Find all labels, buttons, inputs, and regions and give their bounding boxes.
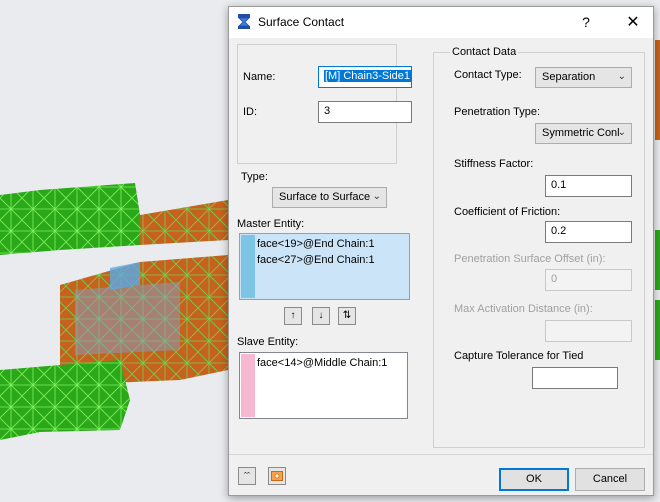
penetration-type-value: Symmetric Conl: [542, 127, 620, 139]
stiffness-factor-field[interactable]: 0.1: [545, 175, 632, 197]
master-entity-label: Master Entity:: [237, 218, 305, 230]
slave-entity-label: Slave Entity:: [237, 336, 299, 348]
move-down-button[interactable]: ↓: [312, 307, 330, 325]
type-dropdown-value: Surface to Surface: [279, 191, 371, 203]
name-field[interactable]: [M] Chain3-Side1: [318, 66, 412, 88]
master-color-strip: [241, 235, 255, 298]
max-activation-distance-label: Max Activation Distance (in):: [454, 303, 593, 315]
id-label: ID:: [243, 106, 258, 118]
chevron-down-icon: ⌄: [617, 127, 626, 138]
surface-contact-dialog: Surface Contact ? ✕ Name: [M] Chain3-Sid…: [228, 6, 654, 496]
contact-type-dropdown[interactable]: Separation ⌄: [535, 67, 632, 88]
penetration-type-dropdown[interactable]: Symmetric Conl ⌄: [535, 123, 632, 144]
dialog-title: Surface Contact: [258, 15, 345, 29]
contact-type-value: Separation: [542, 71, 596, 83]
capture-tolerance-field[interactable]: [532, 367, 618, 389]
penetration-offset-field: 0: [545, 269, 632, 291]
chevron-down-icon: ⌄: [372, 191, 381, 202]
collapse-button[interactable]: ˆˆ: [238, 467, 256, 485]
close-button[interactable]: ✕: [613, 7, 653, 38]
slave-entity-list[interactable]: face<14>@Middle Chain:1: [239, 352, 408, 419]
name-label: Name:: [243, 71, 276, 83]
swap-button[interactable]: ⇅: [338, 307, 356, 325]
list-item[interactable]: face<27>@End Chain:1: [257, 254, 375, 266]
dialog-titlebar[interactable]: Surface Contact ? ✕: [229, 7, 653, 38]
master-entity-list[interactable]: face<19>@End Chain:1 face<27>@End Chain:…: [239, 233, 410, 300]
surface-contact-icon: [238, 14, 250, 29]
slave-color-strip: [241, 354, 255, 417]
orange-settings-icon: [271, 471, 283, 481]
type-label: Type:: [241, 171, 268, 183]
type-dropdown[interactable]: Surface to Surface ⌄: [272, 187, 387, 208]
friction-coefficient-label: Coefficient of Friction:: [454, 206, 561, 218]
double-chevron-up-icon: ˆˆ: [244, 471, 250, 481]
id-field[interactable]: 3: [318, 101, 412, 123]
cancel-button[interactable]: Cancel: [575, 468, 645, 491]
footer-divider: [229, 454, 653, 455]
help-button[interactable]: ?: [569, 7, 603, 38]
contact-data-group-label: Contact Data: [450, 46, 519, 58]
list-item[interactable]: face<14>@Middle Chain:1: [257, 357, 387, 369]
name-field-value: [M] Chain3-Side1: [324, 70, 411, 82]
move-up-button[interactable]: ↑: [284, 307, 302, 325]
stiffness-factor-label: Stiffness Factor:: [454, 158, 534, 170]
settings-button[interactable]: [268, 467, 286, 485]
friction-coefficient-field[interactable]: 0.2: [545, 221, 632, 243]
penetration-offset-label: Penetration Surface Offset (in):: [454, 253, 606, 265]
penetration-type-label: Penetration Type:: [454, 106, 541, 118]
chevron-down-icon: ⌄: [617, 71, 626, 82]
max-activation-distance-field: [545, 320, 632, 342]
capture-tolerance-label: Capture Tolerance for Tied: [454, 350, 584, 362]
ok-button[interactable]: OK: [499, 468, 569, 491]
contact-type-label: Contact Type:: [454, 69, 522, 81]
list-item[interactable]: face<19>@End Chain:1: [257, 238, 375, 250]
